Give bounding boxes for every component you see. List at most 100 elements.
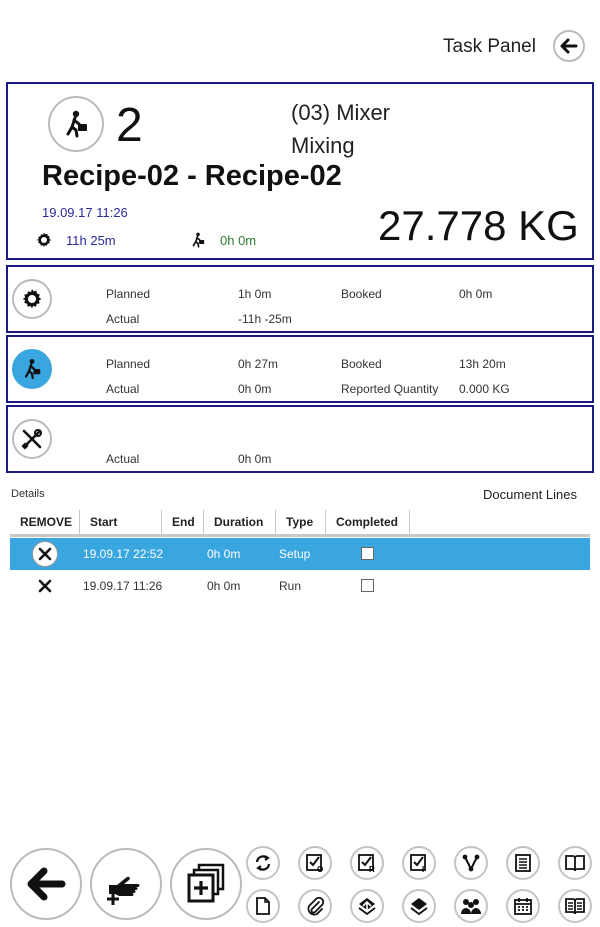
- blank-page-icon: [256, 897, 270, 915]
- details-grid-header: REMOVE Start End Duration Type Completed: [10, 510, 590, 537]
- machine-info: (03) Mixer Mixing: [291, 96, 390, 162]
- start-date: 19.09.17 11:26: [42, 205, 128, 220]
- booked-value: 0h 0m: [459, 287, 493, 301]
- svg-text:R: R: [369, 865, 375, 873]
- col-completed[interactable]: Completed: [326, 510, 410, 534]
- planned-value: 1h 0m: [238, 287, 272, 301]
- new-document-button[interactable]: [246, 889, 280, 923]
- book-lines-icon: [565, 898, 585, 915]
- worker-icon: [24, 359, 41, 380]
- setup-button[interactable]: [12, 279, 52, 319]
- move-down-button[interactable]: [402, 889, 436, 923]
- remove-button[interactable]: [32, 573, 58, 599]
- sync-icon: [255, 855, 271, 871]
- panel-title: Task Panel: [443, 36, 536, 57]
- actual-label: Actual: [106, 452, 140, 466]
- close-icon: [38, 547, 52, 561]
- completed-checkbox[interactable]: [361, 579, 374, 592]
- recipe-title: Recipe-02 - Recipe-02: [42, 160, 342, 192]
- tools-icon: [21, 429, 42, 450]
- actual-label: Actual: [106, 312, 140, 326]
- operation-card[interactable]: 2 (03) Mixer Mixing Recipe-02 - Recipe-0…: [6, 82, 594, 260]
- step-name: Mixing: [291, 133, 355, 158]
- gear-icon: [34, 230, 54, 250]
- completed-checkbox[interactable]: [361, 547, 374, 560]
- document-list-button[interactable]: [506, 846, 540, 880]
- run-time-value: 0h 0m: [220, 232, 257, 248]
- attachment-button[interactable]: [298, 889, 332, 923]
- row-type: Setup: [279, 547, 311, 561]
- calendar-button[interactable]: [506, 889, 540, 923]
- col-start[interactable]: Start: [80, 510, 162, 534]
- branch-icon: [462, 854, 480, 872]
- table-row[interactable]: 19.09.17 22:52 0h 0m Setup: [10, 538, 590, 570]
- close-icon: [38, 579, 52, 593]
- info-checklist-button[interactable]: I: [402, 846, 436, 880]
- list-document-icon: [515, 854, 531, 872]
- layers-up-icon: [358, 898, 376, 916]
- hand-plus-icon: [107, 876, 140, 905]
- run-button[interactable]: [12, 349, 52, 389]
- operation-checklist-button[interactable]: O: [298, 846, 332, 880]
- back-button[interactable]: [10, 848, 82, 920]
- row-duration: 0h 0m: [207, 579, 241, 593]
- calendar-icon: [514, 898, 532, 915]
- table-row[interactable]: 19.09.17 11:26 0h 0m Run: [10, 570, 590, 602]
- add-booking-button[interactable]: [90, 848, 162, 920]
- checklist-i-icon: I: [410, 854, 426, 873]
- planned-label: Planned: [106, 357, 151, 371]
- move-up-button[interactable]: [350, 889, 384, 923]
- copy-add-button[interactable]: [170, 848, 242, 920]
- col-remove[interactable]: REMOVE: [10, 510, 80, 534]
- run-time-stat: 0h 0m: [188, 230, 256, 250]
- row-duration: 0h 0m: [207, 547, 241, 561]
- paperclip-icon: [307, 896, 325, 916]
- svg-text:O: O: [317, 865, 323, 873]
- setup-time-stat: 11h 25m: [34, 230, 116, 250]
- recipe-checklist-button[interactable]: R: [350, 846, 384, 880]
- document-lines-link[interactable]: Document Lines: [483, 487, 577, 502]
- booked-label: Booked: [341, 357, 382, 371]
- booked-label: Booked: [341, 287, 382, 301]
- back-button[interactable]: [553, 30, 585, 62]
- checklist-r-icon: R: [358, 854, 375, 873]
- worker-icon: [48, 96, 104, 152]
- actual-value: 0h 0m: [238, 382, 272, 396]
- remove-button[interactable]: [32, 541, 58, 567]
- actual-value: 0h 0m: [238, 452, 272, 466]
- operation-count: 2: [116, 99, 143, 152]
- gear-icon: [22, 289, 42, 309]
- reported-quantity-label: Reported Quantity: [341, 382, 439, 396]
- planned-label: Planned: [106, 287, 151, 301]
- layers-down-icon: [410, 898, 428, 916]
- booked-value: 13h 20m: [459, 357, 506, 371]
- team-button[interactable]: [454, 889, 488, 923]
- arrow-left-icon: [27, 867, 66, 901]
- worker-icon: [188, 230, 208, 250]
- run-time-row[interactable]: Planned 0h 27m Booked 13h 20m Actual 0h …: [6, 335, 594, 403]
- refresh-button[interactable]: [246, 846, 280, 880]
- open-book-icon: [565, 855, 585, 872]
- svg-text:I: I: [422, 865, 424, 873]
- col-type[interactable]: Type: [276, 510, 326, 534]
- setup-time-value: 11h 25m: [66, 232, 116, 248]
- maintenance-row[interactable]: Actual 0h 0m: [6, 405, 594, 473]
- workflow-button[interactable]: [454, 846, 488, 880]
- stack-add-icon: [187, 863, 225, 903]
- arrow-left-icon: [560, 38, 578, 54]
- setup-time-row[interactable]: Planned 1h 0m Booked 0h 0m Actual -11h -…: [6, 265, 594, 333]
- team-icon: [461, 899, 481, 914]
- machine-name: (03) Mixer: [291, 100, 391, 125]
- reported-quantity-value: 0.000 KG: [459, 382, 510, 396]
- planned-value: 0h 27m: [238, 357, 279, 371]
- quantity-value: 27.778 KG: [378, 202, 579, 249]
- row-type: Run: [279, 579, 302, 593]
- actual-label: Actual: [106, 382, 140, 396]
- row-start: 19.09.17 11:26: [83, 579, 163, 593]
- manual-button[interactable]: [558, 846, 592, 880]
- col-end[interactable]: End: [162, 510, 204, 534]
- maintenance-button[interactable]: [12, 419, 52, 459]
- details-label: Details: [11, 488, 45, 500]
- col-duration[interactable]: Duration: [204, 510, 276, 534]
- handbook-button[interactable]: [558, 889, 592, 923]
